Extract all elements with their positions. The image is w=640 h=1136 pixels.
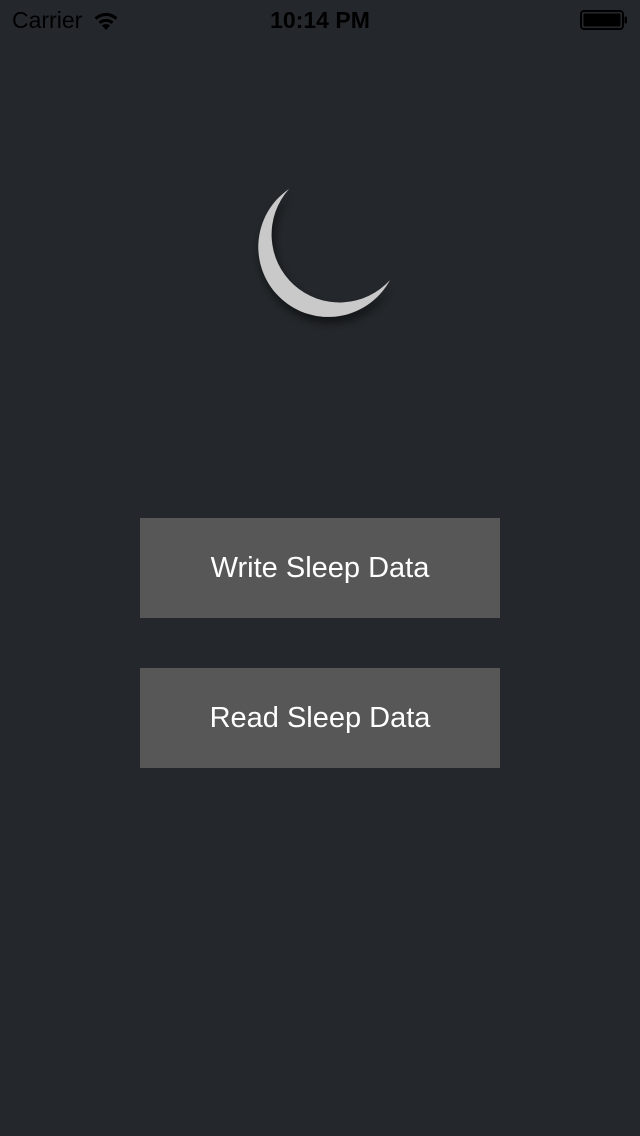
write-sleep-data-label: Write Sleep Data bbox=[210, 551, 430, 584]
battery-icon bbox=[580, 10, 628, 30]
read-sleep-data-button[interactable]: Read Sleep Data bbox=[140, 668, 500, 768]
status-time: 10:14 PM bbox=[270, 7, 370, 33]
write-sleep-data-button[interactable]: Write Sleep Data bbox=[140, 518, 500, 618]
status-bar: Carrier 10:14 PM bbox=[0, 0, 640, 40]
read-sleep-data-label: Read Sleep Data bbox=[209, 701, 431, 734]
moon-icon bbox=[240, 180, 400, 340]
